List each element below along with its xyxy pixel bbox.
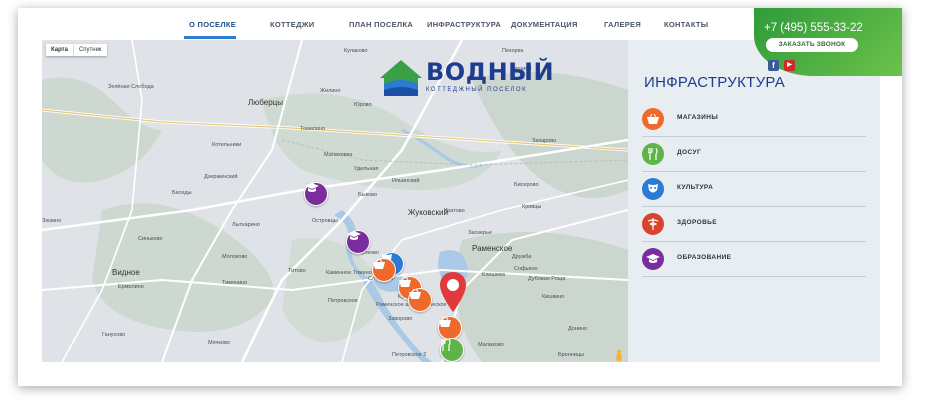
panel-title: ИНФРАСТРУКТУРА: [644, 74, 786, 91]
place-label: Котельники: [212, 142, 242, 148]
active-tab-indicator: [184, 36, 236, 39]
place-label: Заворово: [388, 316, 413, 322]
place-label: Захарово: [532, 138, 557, 144]
nav-item-gallery[interactable]: ГАЛЕРЕЯ: [604, 8, 641, 40]
place-label: Зелёная Слобода: [108, 84, 154, 90]
category-education[interactable]: ОБРАЗОВАНИЕ: [642, 242, 866, 277]
place-label: Петровское 2: [392, 352, 427, 358]
logo-tagline: КОТТЕДЖНЫЙ ПОСЕЛОК: [426, 87, 528, 93]
logo-house-icon: [380, 60, 422, 96]
place-label: Ермолино: [118, 284, 144, 290]
youtube-icon[interactable]: ▶: [784, 60, 795, 71]
place-label: Островцы: [312, 218, 338, 224]
shopping-basket-icon[interactable]: [372, 258, 396, 282]
category-leisure[interactable]: ДОСУГ: [642, 137, 866, 172]
category-label: ОБРАЗОВАНИЕ: [677, 254, 732, 261]
place-label: Беседы: [172, 190, 192, 196]
place-label: Титово: [288, 268, 306, 274]
place-label: Кишкино: [542, 294, 565, 300]
phone-number[interactable]: +7 (495) 555-33-22: [764, 22, 863, 34]
place-label: Кратово: [444, 208, 465, 214]
map-type-map[interactable]: Карта: [46, 44, 74, 56]
place-label: Софьино: [514, 266, 538, 272]
place-label: Мячково: [208, 340, 230, 346]
page-frame: О ПОСЕЛКЕ КОТТЕДЖИ ПЛАН ПОСЕЛКА ИНФРАСТР…: [18, 8, 902, 386]
place-label: Удельная: [354, 166, 379, 172]
place-label: Жилино: [320, 88, 341, 94]
place-label: Дружба: [512, 254, 532, 260]
caduceus-icon: [642, 213, 664, 235]
nav-item-plan[interactable]: ПЛАН ПОСЕЛКА: [349, 8, 413, 40]
infrastructure-panel: ИНФРАСТРУКТУРА МАГАЗИНЫ ДОСУГ КУЛЬТУРА З…: [628, 40, 880, 362]
infrastructure-map[interactable]: Карта Спутник Люберцы Дзержинский Лыткар…: [42, 40, 628, 362]
category-label: ДОСУГ: [677, 149, 702, 156]
graduation-cap-icon[interactable]: [346, 230, 370, 254]
call-back-button[interactable]: ЗАКАЗАТЬ ЗВОНОК: [766, 38, 858, 52]
category-culture[interactable]: КУЛЬТУРА: [642, 172, 866, 207]
place-label: Раменское: [472, 244, 513, 253]
place-label: Кулаково: [344, 48, 368, 54]
place-label: Малаховка: [324, 152, 353, 158]
place-label: Кривцы: [522, 204, 542, 210]
shopping-basket-icon: [642, 108, 664, 130]
place-label: Зюзино: [42, 218, 62, 224]
nav-item-cottages[interactable]: КОТТЕДЖИ: [270, 8, 315, 40]
place-label: Ильинский: [392, 178, 420, 184]
category-label: КУЛЬТУРА: [677, 184, 714, 191]
street-view-figure-icon[interactable]: [615, 350, 623, 361]
nav-item-infrastructure[interactable]: ИНФРАСТРУКТУРА: [427, 8, 501, 40]
graduation-cap-icon: [642, 248, 664, 270]
place-label: Томилино: [300, 126, 326, 132]
place-label: Молоково: [222, 254, 248, 260]
category-shops[interactable]: МАГАЗИНЫ: [642, 102, 866, 137]
place-label: Дзержинский: [204, 174, 238, 180]
place-label: Заозерье: [468, 230, 492, 236]
category-label: ЗДОРОВЬЕ: [677, 219, 717, 226]
place-label: Лыткарино: [232, 222, 260, 228]
place-label: Быково: [358, 192, 378, 198]
place-label: Синьково: [138, 236, 163, 242]
place-label: Ганусово: [102, 332, 126, 338]
village-logo[interactable]: ВОДНЫЙ КОТТЕДЖНЫЙ ПОСЕЛОК: [378, 58, 554, 98]
place-label: Бронницы: [558, 352, 584, 358]
place-label: Петровское: [328, 298, 358, 304]
fork-knife-icon: [642, 143, 664, 165]
map-type-toggle: Карта Спутник: [46, 44, 107, 56]
fork-knife-icon[interactable]: [440, 338, 464, 362]
nav-item-contacts[interactable]: КОНТАКТЫ: [664, 8, 708, 40]
place-label: Люберцы: [248, 98, 283, 107]
place-label: Бисерово: [514, 182, 539, 188]
facebook-icon[interactable]: f: [768, 60, 779, 71]
category-label: МАГАЗИНЫ: [677, 114, 719, 121]
logo-name: ВОДНЫЙ: [426, 58, 555, 86]
place-label: Жуковский: [408, 208, 448, 217]
place-label: Малахово: [478, 342, 504, 348]
place-label: Пехорка: [502, 48, 524, 54]
shopping-basket-icon[interactable]: [438, 316, 462, 340]
graduation-cap-icon[interactable]: [304, 182, 328, 206]
place-label: Видное: [112, 268, 140, 277]
place-label: Клишева: [482, 272, 505, 278]
place-label: Каменное Тяжино: [326, 270, 372, 276]
theater-mask-icon: [642, 178, 664, 200]
category-health[interactable]: ЗДОРОВЬЕ: [642, 207, 866, 242]
place-label: Дубовая Роща: [528, 276, 566, 282]
shopping-basket-icon[interactable]: [408, 288, 432, 312]
nav-item-documents[interactable]: ДОКУМЕНТАЦИЯ: [511, 8, 578, 40]
place-label: Донино: [568, 326, 588, 332]
place-label: Тимонино: [222, 280, 248, 286]
location-pin-icon[interactable]: [440, 272, 466, 312]
map-type-satellite[interactable]: Спутник: [74, 44, 107, 56]
place-label: Юрово: [354, 102, 372, 108]
